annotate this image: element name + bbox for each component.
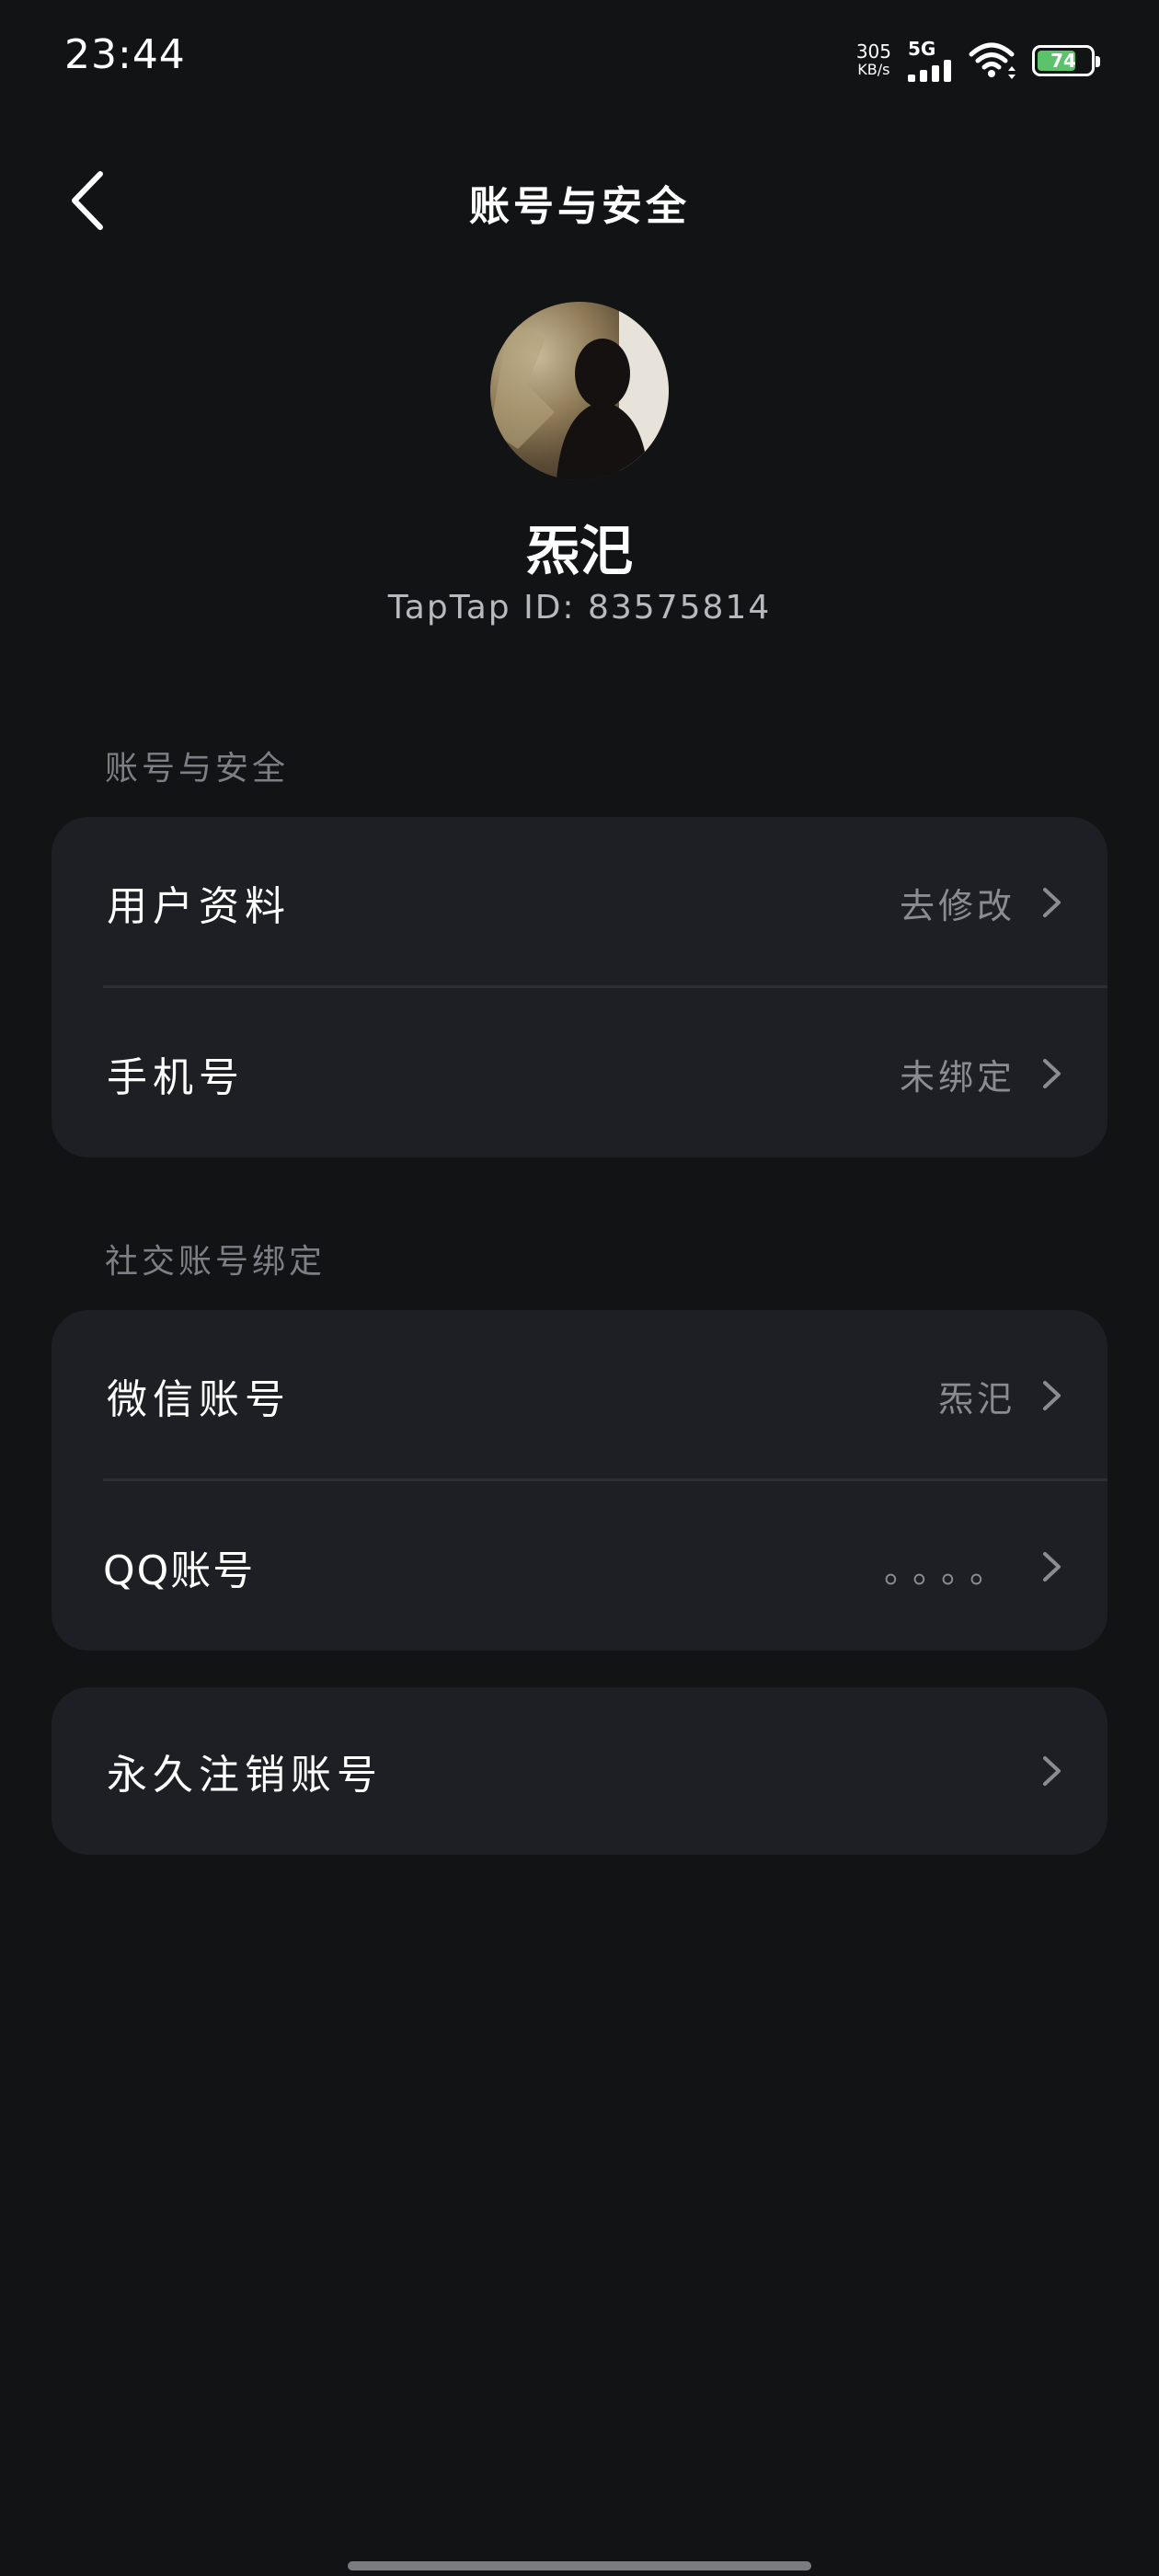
cellular-signal-icon: 5G bbox=[908, 40, 951, 82]
row-delete-account[interactable]: 永久注销账号 bbox=[52, 1687, 1107, 1855]
network-speed-value: 305 bbox=[855, 40, 891, 63]
social-binding-card: 微信账号 炁汜 QQ账号 。。。。 bbox=[52, 1310, 1107, 1650]
chevron-right-icon bbox=[1043, 1756, 1061, 1786]
row-qq-account[interactable]: QQ账号 。。。。 bbox=[52, 1481, 1107, 1652]
home-indicator[interactable] bbox=[348, 2561, 811, 2570]
row-phone-number[interactable]: 手机号 未绑定 bbox=[52, 988, 1107, 1159]
avatar[interactable] bbox=[490, 302, 669, 480]
profile-name: 炁汜 bbox=[525, 520, 633, 582]
section-title-account-security: 账号与安全 bbox=[105, 750, 290, 788]
section-title-social-binding: 社交账号绑定 bbox=[105, 1243, 327, 1281]
row-value: 。。。。 bbox=[883, 1549, 1016, 1591]
taptap-id: TapTap ID: 83575814 bbox=[387, 589, 772, 627]
page-title: 账号与安全 bbox=[469, 183, 690, 230]
status-time: 23:44 bbox=[64, 31, 186, 78]
row-value: 未绑定 bbox=[899, 1056, 1016, 1098]
row-value: 炁汜 bbox=[937, 1378, 1016, 1420]
nav-bar: 账号与安全 bbox=[0, 147, 1159, 248]
battery-level: 74 bbox=[1050, 50, 1076, 72]
chevron-right-icon bbox=[1043, 1381, 1061, 1410]
battery-icon: 74 bbox=[1032, 45, 1100, 76]
delete-account-card: 永久注销账号 bbox=[52, 1687, 1107, 1855]
network-type: 5G bbox=[908, 38, 936, 60]
row-label: QQ账号 bbox=[103, 1547, 256, 1594]
network-speed-unit: KB/s bbox=[857, 61, 890, 78]
chevron-right-icon bbox=[1043, 1552, 1061, 1581]
signal-bars bbox=[908, 60, 951, 82]
row-label: 手机号 bbox=[107, 1054, 245, 1101]
status-bar: 23:44 305 KB/s 5G 74 bbox=[0, 0, 1159, 120]
chevron-right-icon bbox=[1043, 1059, 1061, 1088]
battery-cap bbox=[1096, 56, 1100, 67]
network-speed: 305 KB/s bbox=[856, 42, 891, 79]
chevron-right-icon bbox=[1043, 888, 1061, 917]
row-wechat-account[interactable]: 微信账号 炁汜 bbox=[52, 1310, 1107, 1481]
account-security-screen: 23:44 305 KB/s 5G 74 账号与安全 炁汜 TapTap ID:… bbox=[0, 0, 1159, 2576]
account-security-card: 用户资料 去修改 手机号 未绑定 bbox=[52, 817, 1107, 1157]
row-value: 去修改 bbox=[899, 885, 1016, 926]
row-user-profile[interactable]: 用户资料 去修改 bbox=[52, 817, 1107, 988]
avatar-image bbox=[490, 302, 669, 480]
status-indicators: 305 KB/s 5G 74 bbox=[856, 35, 1100, 86]
row-label: 微信账号 bbox=[107, 1376, 291, 1423]
row-label: 永久注销账号 bbox=[107, 1752, 383, 1799]
wifi-icon bbox=[969, 42, 1016, 79]
row-label: 用户资料 bbox=[107, 883, 291, 930]
